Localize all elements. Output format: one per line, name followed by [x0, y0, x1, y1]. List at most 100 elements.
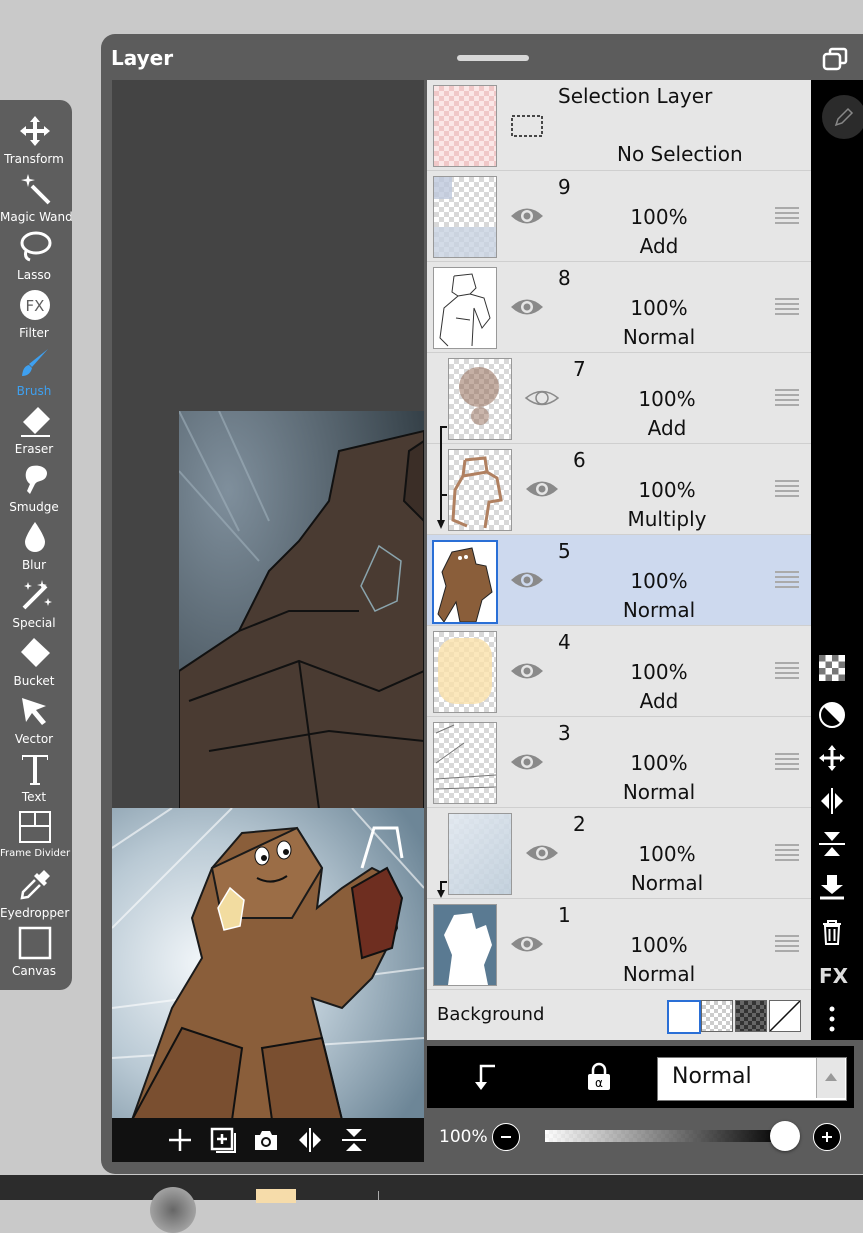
layer-number: 8 — [558, 266, 571, 290]
visibility-eye-icon[interactable] — [524, 838, 560, 868]
layer-row[interactable]: 4 100% Add — [427, 626, 811, 717]
tool-bucket[interactable]: Bucket — [0, 634, 68, 692]
layer-thumbnail — [433, 904, 497, 986]
opacity-increase-button[interactable] — [813, 1123, 841, 1151]
layer-number: 5 — [558, 539, 571, 563]
layer-row[interactable]: 6 100% Multiply — [427, 444, 811, 535]
canvas-thumbnail[interactable] — [112, 808, 424, 1120]
tool-label: Transform — [4, 152, 64, 166]
drag-handle-icon[interactable] — [775, 842, 799, 862]
layer-blend-mode: Normal — [622, 780, 696, 804]
layer-blend-mode: Normal — [622, 598, 696, 622]
minus-icon — [501, 1136, 511, 1138]
visibility-eye-icon[interactable] — [509, 929, 545, 959]
sparkle-wand-icon — [22, 580, 52, 610]
drag-handle-icon[interactable] — [775, 478, 799, 498]
tool-label: Smudge — [9, 500, 59, 514]
fx-label[interactable]: FX — [819, 964, 848, 988]
triangle-up-icon — [825, 1073, 837, 1081]
tool-label: Lasso — [17, 268, 51, 282]
blend-mode-value: Normal — [672, 1064, 752, 1089]
visibility-eye-icon[interactable] — [509, 747, 545, 777]
visibility-eye-outline-icon[interactable] — [524, 383, 560, 413]
panel-drag-handle[interactable] — [457, 55, 529, 61]
layer-row[interactable]: 9 100% Add — [427, 171, 811, 262]
visibility-eye-icon[interactable] — [509, 201, 545, 231]
lasso-icon — [20, 231, 52, 262]
duplicate-layer-icon[interactable] — [209, 1126, 237, 1154]
background-transparent-swatch[interactable] — [701, 1000, 733, 1032]
background-none-swatch[interactable] — [769, 1000, 801, 1032]
layer-opacity: 100% — [638, 842, 696, 866]
brush-icon — [22, 349, 48, 376]
visibility-eye-icon[interactable] — [509, 565, 545, 595]
dropdown-arrow-button[interactable] — [816, 1058, 845, 1098]
trash-icon[interactable] — [817, 917, 847, 947]
panel-title: Layer — [111, 46, 174, 70]
alpha-lock-icon[interactable]: α — [585, 1062, 613, 1092]
clipping-icon[interactable] — [473, 1064, 499, 1092]
visibility-eye-icon[interactable] — [509, 656, 545, 686]
layer-number: 7 — [573, 357, 586, 381]
flip-vertical-icon[interactable] — [340, 1126, 368, 1154]
background-dark-swatch[interactable] — [735, 1000, 767, 1032]
layer-row[interactable]: 7 100% Add — [427, 353, 811, 444]
tool-blur[interactable]: Blur — [0, 518, 68, 576]
drag-handle-icon[interactable] — [775, 205, 799, 225]
flip-horizontal-icon[interactable] — [296, 1126, 324, 1154]
tool-smudge[interactable]: Smudge — [0, 460, 68, 518]
layer-row[interactable]: 3 100% Normal — [427, 717, 811, 808]
window-restore-icon[interactable] — [822, 47, 848, 71]
tool-transform[interactable]: Transform — [0, 112, 68, 170]
drop-icon — [25, 522, 45, 552]
selection-layer-title: Selection Layer — [558, 84, 713, 108]
cursor-arrow-icon — [22, 698, 46, 725]
tool-canvas[interactable]: Canvas — [0, 924, 68, 982]
background-white-swatch[interactable] — [667, 1000, 701, 1034]
drag-handle-icon[interactable] — [775, 569, 799, 589]
tool-frame-divider[interactable]: Frame Divider — [0, 808, 71, 866]
tool-label: Filter — [19, 326, 49, 340]
merge-down-icon[interactable] — [817, 872, 847, 902]
layer-row[interactable]: 2 100% Normal — [427, 808, 811, 899]
drag-handle-icon[interactable] — [775, 933, 799, 953]
tool-eraser[interactable]: Eraser — [0, 402, 68, 460]
add-layer-icon[interactable] — [166, 1126, 194, 1154]
tool-label: Frame Divider — [0, 848, 71, 859]
visibility-eye-icon[interactable] — [509, 292, 545, 322]
half-circle-icon[interactable] — [817, 700, 847, 730]
opacity-slider-track[interactable] — [545, 1130, 785, 1142]
tool-lasso[interactable]: Lasso — [0, 228, 68, 286]
tool-eyedropper[interactable]: Eyedropper — [0, 866, 69, 924]
layer-row[interactable]: 1 100% Normal — [427, 899, 811, 990]
tool-special[interactable]: Special — [0, 576, 68, 634]
magic-wand-icon — [21, 174, 51, 205]
more-vertical-icon[interactable] — [817, 1004, 847, 1034]
drag-handle-icon[interactable] — [775, 296, 799, 316]
opacity-slider-knob[interactable] — [770, 1121, 800, 1151]
layer-thumbnail — [448, 358, 512, 440]
layer-row[interactable]: 8 100% Normal — [427, 262, 811, 353]
opacity-decrease-button[interactable] — [492, 1123, 520, 1151]
checker-icon[interactable] — [819, 655, 845, 681]
tool-filter[interactable]: FX Filter — [0, 286, 68, 344]
drag-handle-icon[interactable] — [775, 387, 799, 407]
flip-vertical-icon[interactable] — [817, 829, 847, 859]
layer-row-selected[interactable]: 5 100% Normal — [427, 535, 811, 626]
drag-handle-icon[interactable] — [775, 751, 799, 771]
color-swatch[interactable] — [256, 1189, 296, 1203]
camera-icon[interactable] — [252, 1126, 280, 1154]
tool-vector[interactable]: Vector — [0, 692, 68, 750]
visibility-eye-icon[interactable] — [524, 474, 560, 504]
selection-layer-row[interactable]: Selection Layer No Selection — [427, 80, 811, 171]
tool-brush[interactable]: Brush — [0, 344, 68, 402]
tool-magic-wand[interactable]: Magic Wand — [0, 170, 73, 228]
layer-number: 9 — [558, 175, 571, 199]
drag-handle-icon[interactable] — [775, 660, 799, 680]
move-icon[interactable] — [817, 743, 847, 773]
canvas-zoom-view[interactable] — [179, 411, 424, 809]
pencil-button[interactable] — [822, 95, 863, 139]
tool-text[interactable]: Text — [0, 750, 68, 808]
brush-preview[interactable] — [150, 1187, 196, 1233]
flip-horizontal-icon[interactable] — [817, 786, 847, 816]
